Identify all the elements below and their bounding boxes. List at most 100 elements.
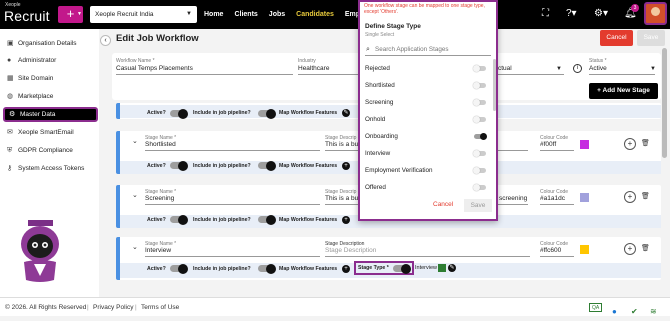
collapse-sidebar-button[interactable]: ‹ [100,35,111,46]
status-field[interactable]: Status * Active [589,58,655,75]
option-toggle[interactable] [473,82,486,89]
active-toggle[interactable] [170,108,188,119]
include-pipeline-toggle[interactable] [258,108,276,119]
option-label: Onboarding [365,133,398,140]
type-field[interactable]: ctual [498,58,564,75]
fullscreen-icon[interactable]: ⛶ [542,8,549,19]
chevron-down-icon[interactable]: ⌄ [132,137,138,145]
stage-option-onboarding[interactable]: Onboarding [365,131,491,143]
field-value: Casual Temps Placements [116,65,193,72]
colour-swatch[interactable] [580,140,589,149]
stage-type-toggle[interactable] [393,263,411,274]
dropdown-scrollbar[interactable] [493,59,496,111]
stage-option-rejected[interactable]: Rejected [365,63,491,75]
stage-name-value[interactable]: Shortlisted [145,141,176,148]
user-icon[interactable]: ● [612,302,617,321]
add-icon[interactable]: + [624,191,636,203]
nav-home[interactable]: Home [204,11,223,18]
sidebar-item-administrator[interactable]: ● Administrator [3,53,98,68]
terms-link[interactable]: Terms of Use [141,298,179,317]
sidebar-item-smartemail[interactable]: ✉ Xeople SmartEmail [3,125,98,140]
stage-description-tail: screening [499,195,528,202]
chevron-down-icon[interactable]: ⌄ [132,243,138,251]
active-toggle[interactable] [170,160,188,171]
page-scrollbar[interactable] [662,48,667,158]
check-circle-icon[interactable]: ✔ [631,302,638,321]
add-new-stage-button[interactable]: + Add New Stage [589,83,658,99]
include-pipeline-toggle[interactable] [258,160,276,171]
workflow-name-field[interactable]: Workflow Name * Casual Temps Placements [116,58,293,75]
option-toggle[interactable] [474,133,487,140]
trash-icon[interactable]: 🗑︎ [641,192,650,200]
include-pipeline-toggle[interactable] [258,214,276,225]
map-features-label: Map Workflow Features [279,217,338,223]
colour-code-value[interactable]: #f00ff [540,141,556,148]
stage-name-value[interactable]: Screening [145,195,174,202]
quick-add-button[interactable]: + ▼ [58,6,83,23]
option-toggle[interactable] [473,116,486,123]
dropdown-cancel-button[interactable]: Cancel [433,201,453,208]
shield-icon: ⛨ [7,147,13,154]
include-pipeline-toggle[interactable] [258,263,276,274]
colour-code-value[interactable]: #a1a1dc [540,195,565,202]
sidebar-item-gdpr[interactable]: ⛨ GDPR Compliance [3,143,98,158]
info-icon[interactable]: i [573,64,582,73]
nav-clients[interactable]: Clients [234,11,257,18]
stage-option-shortlisted[interactable]: Shortlisted [365,80,491,92]
colour-swatch[interactable] [580,245,589,254]
trash-icon[interactable]: 🗑︎ [641,139,650,147]
option-toggle[interactable] [473,150,486,157]
help-icon[interactable]: ?▾ [566,8,577,19]
add-icon[interactable]: + [624,243,636,255]
gear-icon[interactable]: ⚙▾ [594,8,608,19]
stage-description-value[interactable]: This is a bu [325,141,358,148]
email-icon: ✉ [7,129,13,136]
search-input[interactable]: ⌕ Search Application Stages [365,43,491,56]
stage-option-interview[interactable]: Interview [365,148,491,160]
stage-option-employment-verification[interactable]: Employment Verification [365,165,491,177]
chevron-down-icon[interactable]: ⌄ [132,191,138,199]
main-nav: Home Clients Jobs Candidates Employ [204,0,381,29]
sidebar-item-site-domain[interactable]: ▦ Site Domain [3,71,98,86]
chevron-down-icon[interactable]: ▼ [650,66,656,72]
cancel-button[interactable]: Cancel [600,30,633,46]
industry-field[interactable]: Industry Healthcare [298,58,358,75]
trash-icon[interactable]: 🗑︎ [641,244,650,252]
avatar[interactable] [644,2,667,25]
colour-swatch[interactable] [580,193,589,202]
brand-logo[interactable]: Recruit [4,8,50,24]
option-toggle[interactable] [473,99,486,106]
stage-option-onhold[interactable]: Onhold [365,114,491,126]
stage-option-screening[interactable]: Screening [365,97,491,109]
active-toggle[interactable] [170,214,188,225]
active-toggle[interactable] [170,263,188,274]
map-features-label: Map Workflow Features [279,266,338,272]
dropdown-save-button[interactable]: Save [464,199,492,212]
stage-name-value[interactable]: Interview [145,247,171,254]
option-label: Employment Verification [365,167,433,174]
stage-description-placeholder[interactable]: Stage Description [325,247,376,254]
chevron-down-icon[interactable]: ▼ [556,66,562,72]
sidebar-item-marketplace[interactable]: ◍ Marketplace [3,89,98,104]
add-feature-icon[interactable]: + [342,162,350,170]
option-toggle[interactable] [473,167,486,174]
grid-icon: ▦ [7,75,14,82]
colour-code-value[interactable]: #ffc600 [540,247,561,254]
option-toggle[interactable] [473,184,486,191]
stage-option-offered[interactable]: Offered [365,182,491,194]
add-feature-icon[interactable]: + [342,216,350,224]
save-button[interactable]: Save [637,30,665,46]
privacy-policy-link[interactable]: Privacy Policy [93,298,133,317]
option-toggle[interactable] [473,65,486,72]
edit-icon[interactable]: ✎ [342,109,350,117]
sidebar-item-master-data[interactable]: ⚙ Master Data [3,107,98,122]
add-feature-icon[interactable]: + [342,265,350,273]
nav-jobs[interactable]: Jobs [269,11,285,18]
stage-description-value[interactable]: This is a bu [325,195,358,202]
edit-icon[interactable]: ✎ [448,264,456,272]
sidebar-item-organisation-details[interactable]: ▣ Organisation Details [3,36,98,51]
nav-candidates[interactable]: Candidates [296,11,334,18]
add-icon[interactable]: + [624,138,636,150]
company-select[interactable]: Xeople Recruit India ▼ [90,6,197,23]
sidebar-item-access-tokens[interactable]: ⚷ System Access Tokens [3,161,98,176]
